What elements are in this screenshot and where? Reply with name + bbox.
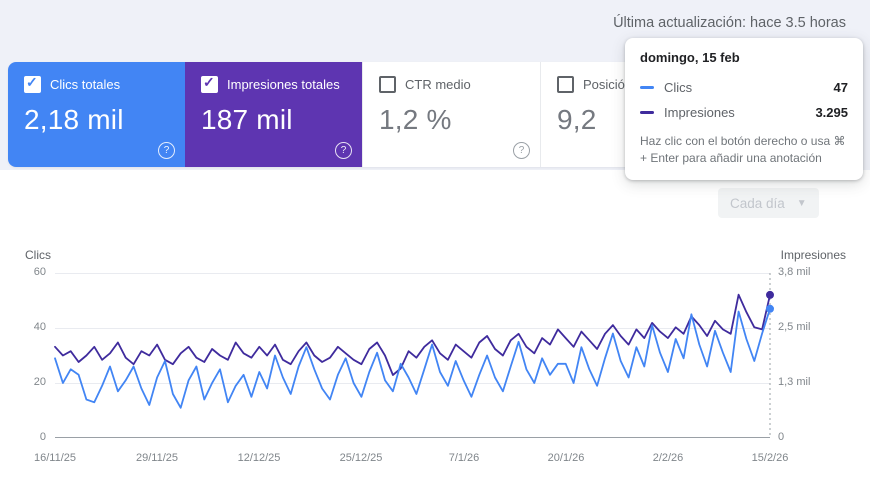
right-axis-title: Impresiones bbox=[780, 248, 846, 262]
x-axis-tick: 25/12/25 bbox=[339, 452, 383, 464]
card-total-impressions[interactable]: ✓ Impresiones totales 187 mil ? bbox=[185, 62, 362, 167]
checkmark-icon: ✓ bbox=[26, 74, 38, 90]
y-axis-left-tick: 0 bbox=[39, 431, 46, 443]
granularity-label: Cada día bbox=[730, 195, 785, 211]
chevron-down-icon: ▼ bbox=[796, 197, 807, 209]
y-axis-left-tick: 40 bbox=[33, 321, 46, 333]
y-axis-right-tick: 0 bbox=[778, 431, 785, 443]
tooltip-metric-value: 47 bbox=[833, 80, 848, 95]
y-axis-left-tick: 20 bbox=[33, 376, 46, 388]
x-axis-tick: 15/2/26 bbox=[751, 452, 789, 464]
tooltip-metric-label: Clics bbox=[664, 80, 693, 95]
checkmark-icon: ✓ bbox=[203, 74, 215, 90]
tooltip-row-clicks: Clics 47 bbox=[640, 75, 848, 100]
x-axis-tick: 7/1/26 bbox=[448, 452, 480, 464]
card-header: ✓ Impresiones totales bbox=[201, 74, 346, 93]
last-update-text: Última actualización: hace 3.5 horas bbox=[613, 15, 846, 31]
y-axis-right-tick: 3,8 mil bbox=[778, 266, 811, 278]
card-total-clicks[interactable]: ✓ Clics totales 2,18 mil ? bbox=[8, 62, 185, 167]
left-axis-title: Clics bbox=[25, 248, 51, 262]
card-average-ctr[interactable]: ✓ CTR medio 1,2 % ? bbox=[362, 62, 540, 167]
help-icon[interactable]: ? bbox=[335, 142, 352, 159]
ctr-checkbox[interactable]: ✓ bbox=[379, 76, 396, 93]
clicks-line-icon bbox=[640, 86, 654, 89]
card-value: 1,2 % bbox=[379, 104, 452, 135]
card-header: ✓ CTR medio bbox=[379, 76, 524, 93]
impressions-checkbox[interactable]: ✓ bbox=[201, 74, 218, 93]
card-value: 2,18 mil bbox=[24, 104, 124, 135]
tooltip-row-impressions: Impresiones 3.295 bbox=[640, 100, 848, 125]
card-header: ✓ Clics totales bbox=[24, 74, 169, 93]
tooltip-metric-label: Impresiones bbox=[664, 105, 735, 120]
card-value: 187 mil bbox=[201, 104, 293, 135]
performance-chart[interactable] bbox=[54, 273, 774, 438]
chart-tooltip: domingo, 15 feb Clics 47 Impresiones 3.2… bbox=[625, 38, 863, 180]
help-icon[interactable]: ? bbox=[513, 142, 530, 159]
annotation-hint: Haz clic con el botón derecho o usa ⌘ + … bbox=[640, 134, 846, 166]
tooltip-date: domingo, 15 feb bbox=[640, 50, 740, 65]
x-axis-tick: 29/11/25 bbox=[135, 452, 179, 464]
y-axis-right-tick: 1,3 mil bbox=[778, 376, 811, 388]
help-icon[interactable]: ? bbox=[158, 142, 175, 159]
x-axis-tick: 20/1/26 bbox=[547, 452, 585, 464]
tooltip-metric-value: 3.295 bbox=[815, 105, 848, 120]
card-label: Impresiones totales bbox=[227, 77, 340, 92]
x-axis-tick: 2/2/26 bbox=[652, 452, 684, 464]
card-label: Clics totales bbox=[50, 77, 121, 92]
position-checkbox[interactable]: ✓ bbox=[557, 76, 574, 93]
x-axis-tick: 12/12/25 bbox=[237, 452, 281, 464]
metric-cards: ✓ Clics totales 2,18 mil ? ✓ Impresiones… bbox=[8, 62, 718, 167]
y-axis-right-tick: 2,5 mil bbox=[778, 321, 811, 333]
card-label: CTR medio bbox=[405, 77, 471, 92]
y-axis-left-tick: 60 bbox=[33, 266, 46, 278]
chart-panel: Clics Impresiones 60 40 20 0 3,8 mil 2,5… bbox=[0, 170, 870, 501]
clicks-checkbox[interactable]: ✓ bbox=[24, 74, 41, 93]
x-axis-tick: 16/11/25 bbox=[33, 452, 77, 464]
impressions-line-icon bbox=[640, 111, 654, 114]
granularity-dropdown[interactable]: Cada día ▼ bbox=[718, 188, 819, 218]
